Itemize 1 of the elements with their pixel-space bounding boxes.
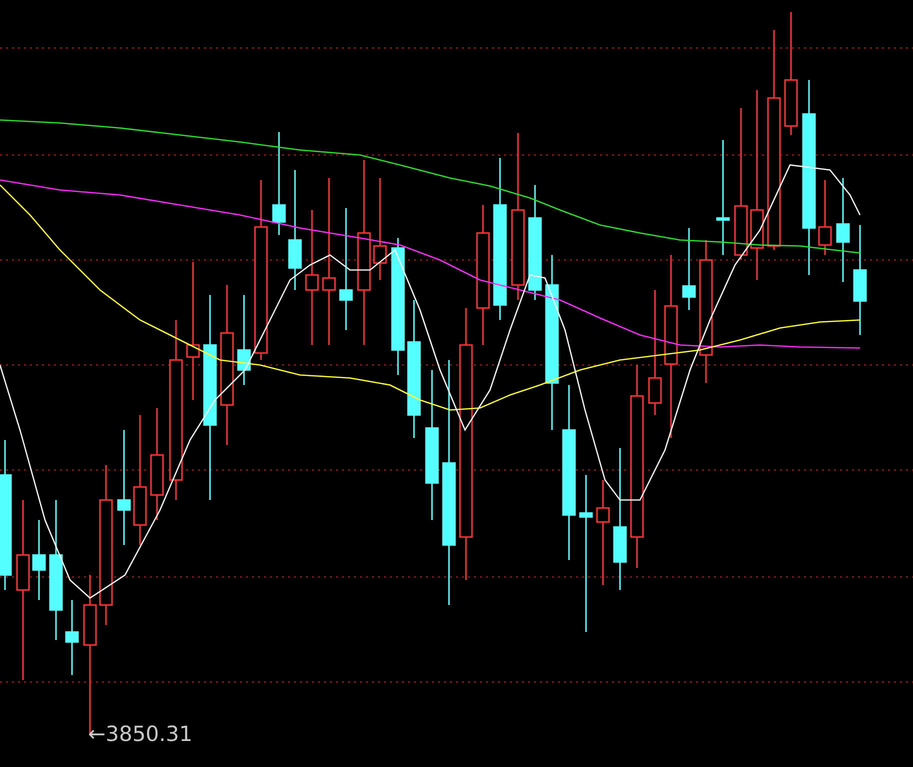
low-price-label: ←3850.31: [88, 722, 192, 748]
